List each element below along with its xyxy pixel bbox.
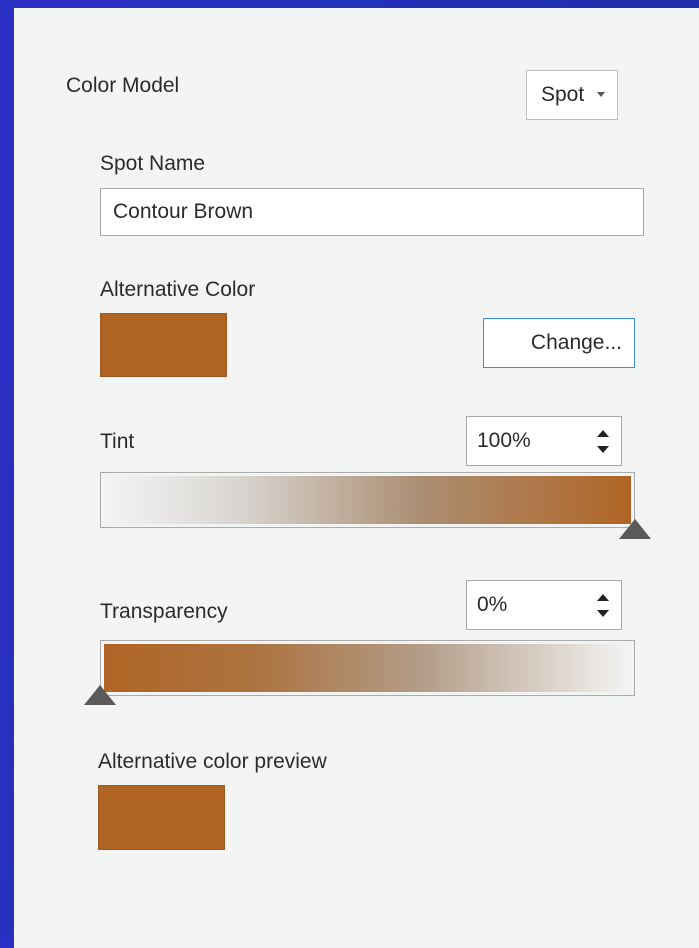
alternative-color-preview-label: Alternative color preview: [98, 750, 327, 773]
transparency-spinner[interactable]: 0%: [466, 580, 622, 630]
spot-name-label: Spot Name: [100, 152, 206, 175]
transparency-label: Transparency: [100, 600, 228, 623]
transparency-value: 0%: [477, 593, 508, 616]
transparency-slider-thumb[interactable]: [84, 685, 116, 705]
change-button[interactable]: Change...: [483, 318, 635, 368]
tint-slider[interactable]: [100, 472, 635, 528]
alternative-color-swatch: [100, 313, 227, 377]
color-model-label: Color Model: [66, 74, 180, 97]
alternative-color-label: Alternative Color: [100, 278, 256, 301]
transparency-gradient: [104, 644, 631, 692]
caret-up-icon[interactable]: [597, 594, 609, 601]
color-model-dropdown[interactable]: Spot: [526, 70, 618, 120]
tint-label: Tint: [100, 430, 135, 453]
alternative-color-preview-swatch: [98, 785, 225, 850]
tint-value: 100%: [477, 429, 531, 452]
chevron-down-icon: [597, 92, 605, 97]
tint-spinner[interactable]: 100%: [466, 416, 622, 466]
spot-name-input[interactable]: [100, 188, 644, 236]
caret-down-icon[interactable]: [597, 446, 609, 453]
color-model-value: Spot: [541, 83, 585, 106]
caret-up-icon[interactable]: [597, 430, 609, 437]
tint-gradient: [104, 476, 631, 524]
tint-slider-thumb[interactable]: [619, 519, 651, 539]
spinner-arrows: [593, 590, 613, 622]
spinner-arrows: [593, 426, 613, 458]
transparency-slider[interactable]: [100, 640, 635, 696]
color-properties-panel: Color Model Spot Spot Name Alternative C…: [14, 8, 699, 948]
caret-down-icon[interactable]: [597, 610, 609, 617]
